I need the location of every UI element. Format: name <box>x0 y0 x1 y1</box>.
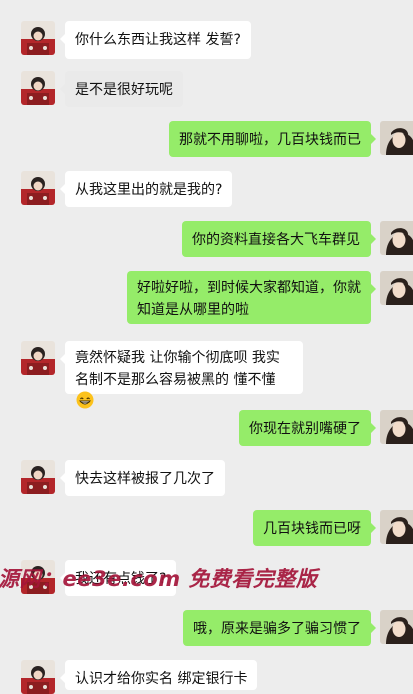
message-bubble[interactable]: 几百块钱而已呀 <box>253 510 376 546</box>
contact-avatar[interactable] <box>21 171 55 205</box>
user-avatar[interactable] <box>380 121 413 155</box>
contact-avatar[interactable] <box>21 460 55 494</box>
message-bubble[interactable]: 快去这样被报了几次了 <box>60 460 225 496</box>
contact-avatar[interactable] <box>21 660 55 694</box>
contact-avatar[interactable] <box>21 71 55 105</box>
watermark-text: 源网：ee3e.com 免费看完整版 <box>0 567 318 591</box>
message-bubble[interactable]: 从我这里出的就是我的? <box>59 171 233 207</box>
user-avatar[interactable] <box>380 610 413 644</box>
message-bubble[interactable]: 你现在就别嘴硬了 <box>239 410 376 446</box>
message-bubble[interactable]: 你的资料直接各大飞车群见 <box>182 221 376 257</box>
message-bubble[interactable]: 那就不用聊啦，几百块钱而已 <box>169 121 376 157</box>
message-bubble[interactable]: 竟然怀疑我 让你输个彻底呗 我实名制不是那么容易被黑的 懂不懂 <box>60 341 303 409</box>
user-avatar[interactable] <box>380 510 413 544</box>
message-bubble[interactable]: 认识才给你实名 绑定银行卡 <box>59 660 258 690</box>
contact-avatar[interactable] <box>21 21 55 55</box>
message-bubble[interactable]: 是不是很好玩呢 <box>60 71 183 107</box>
user-avatar[interactable] <box>380 221 413 255</box>
message-bubble[interactable]: 好啦好啦，到时候大家都知道，你就知道是从哪里的啦 <box>127 271 376 324</box>
contact-avatar[interactable] <box>21 341 55 375</box>
message-bubble[interactable]: 哦，原来是骗多了骗习惯了 <box>183 610 376 646</box>
user-avatar[interactable] <box>380 410 413 444</box>
user-avatar[interactable] <box>380 271 413 305</box>
message-bubble[interactable]: 你什么东西让我这样 发誓? <box>60 21 251 59</box>
grin-emoji-icon <box>76 391 94 409</box>
message-text: 竟然怀疑我 让你输个彻底呗 我实名制不是那么容易被黑的 懂不懂 <box>75 350 280 388</box>
